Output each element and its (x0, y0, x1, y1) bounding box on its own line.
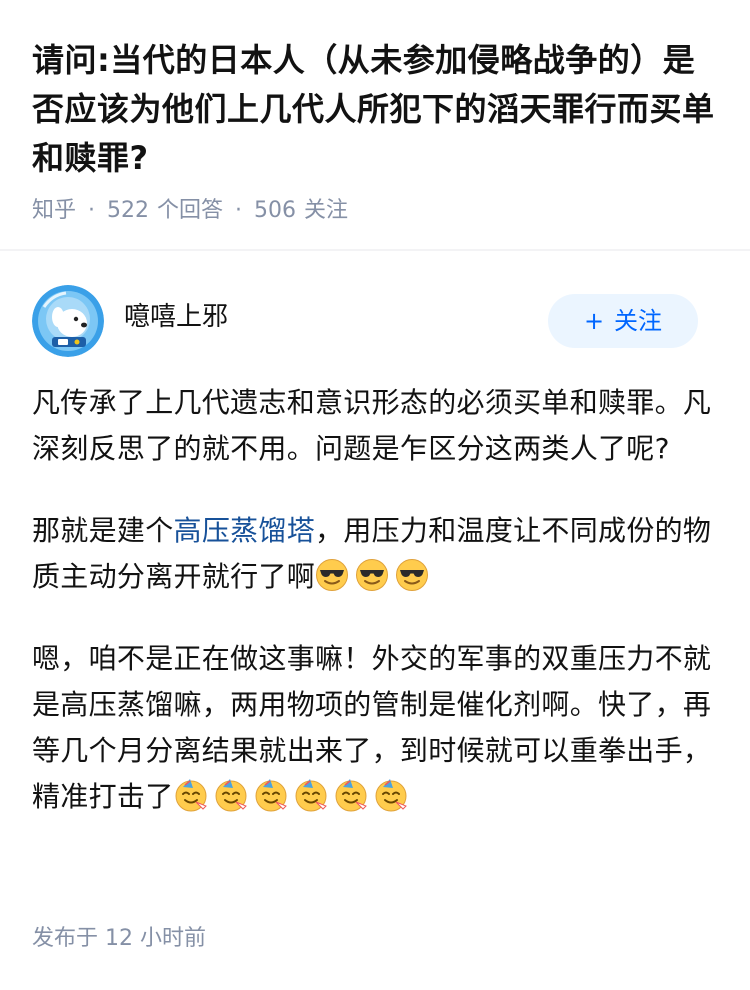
follow-button-label: 关注 (614, 307, 663, 335)
dog-astronaut-avatar-icon[interactable] (32, 285, 104, 357)
answer-body: 凡传承了上几代遗志和意识形态的必须买单和赎罪。凡深刻反思了的就不用。问题是乍区分… (32, 380, 720, 856)
question-title[interactable]: 请问:当代的日本人（从未参加侵略战争的）是否应该为他们上几代人所犯下的滔天罪行而… (32, 36, 722, 183)
follower-count-label: 关注 (304, 198, 349, 223)
separator-dot: · (88, 198, 96, 223)
party-face-emoji-icon (175, 779, 207, 812)
party-face-emoji-icon (335, 779, 367, 812)
party-face-emoji-icon (295, 779, 327, 812)
paragraph-text: 那就是建个 (32, 514, 174, 547)
emoji-row (174, 779, 414, 813)
publish-timestamp: 发布于 12 小时前 (32, 926, 206, 951)
source-label: 知乎 (32, 198, 77, 223)
author-name[interactable]: 噫嘻上邪 (124, 299, 228, 335)
answer-count-label: 个回答 (157, 198, 224, 223)
sunglasses-emoji-icon (396, 559, 429, 591)
answer-paragraph-1: 凡传承了上几代遗志和意识形态的必须买单和赎罪。凡深刻反思了的就不用。问题是乍区分… (32, 386, 712, 465)
party-face-emoji-icon (255, 779, 287, 812)
emoji-row (315, 559, 435, 593)
party-face-emoji-icon (215, 779, 247, 812)
question-header: 请问:当代的日本人（从未参加侵略战争的）是否应该为他们上几代人所犯下的滔天罪行而… (0, 0, 750, 249)
separator-dot: · (235, 198, 243, 223)
keyword-link[interactable]: 高压蒸馏塔 (174, 514, 316, 547)
answer-paragraph-2: 那就是建个高压蒸馏塔，用压力和温度让不同成份的物质主动分离开就行了啊 (32, 508, 720, 600)
follower-count: 506 (254, 198, 297, 223)
sunglasses-emoji-icon (316, 559, 349, 591)
answer-paragraph-3: 嗯，咱不是正在做这事嘛！外交的军事的双重压力不就是高压蒸馏嘛，两用物项的管制是催… (32, 636, 720, 820)
question-meta: 知乎 · 522 个回答 · 506 关注 (32, 194, 348, 228)
answer-count: 522 (107, 198, 150, 223)
author-row: 噫嘻上邪 + 关注 (0, 251, 750, 371)
party-face-emoji-icon (375, 779, 407, 812)
sunglasses-emoji-icon (356, 559, 389, 591)
plus-icon: + (583, 307, 605, 335)
follow-button[interactable]: + 关注 (548, 294, 698, 348)
